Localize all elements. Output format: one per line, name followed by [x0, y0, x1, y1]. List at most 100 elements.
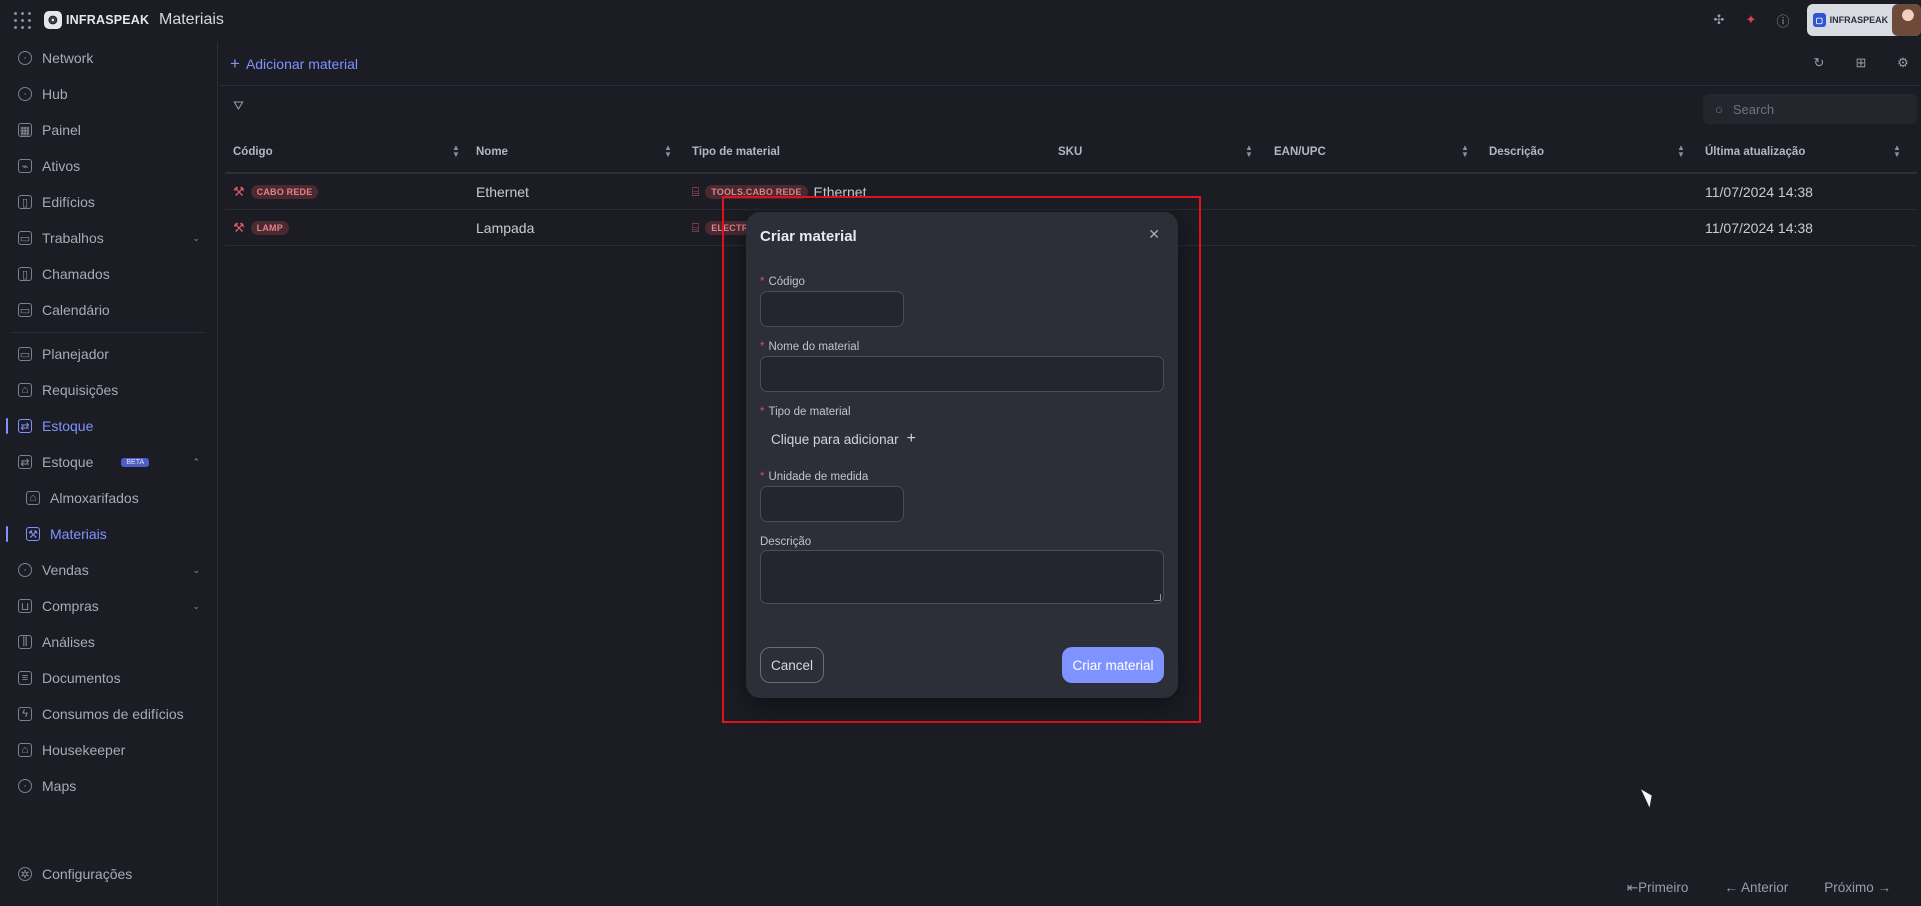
sidebar: · Network · Hub ▦ Painel ⌁ Ativos ▯ Edifícios…	[0, 42, 218, 906]
code-tag: CABO REDE	[250, 185, 319, 199]
sort-icon[interactable]: ▲ ▼	[1245, 144, 1253, 159]
sidebar-item-label: Maps	[42, 778, 77, 794]
column-header-description[interactable]: Descrição	[1489, 132, 1544, 172]
sidebar-item-trabalhos[interactable]: ▭ Trabalhos ⌄	[0, 224, 208, 252]
beta-badge: BETA	[121, 457, 150, 467]
sidebar-item-calendario[interactable]: ▭ Calendário	[0, 296, 208, 324]
layout-icon[interactable]: ⊞	[1849, 51, 1873, 75]
document-icon: ≡	[18, 671, 32, 685]
refresh-icon[interactable]: ↻	[1807, 51, 1831, 75]
sidebar-item-documentos[interactable]: ≡ Documentos	[0, 664, 208, 692]
previous-page-button[interactable]: ← Anterior	[1724, 880, 1788, 896]
updated-cell: 11/07/2024 14:38	[1705, 184, 1813, 200]
sidebar-item-painel[interactable]: ▦ Painel	[0, 116, 208, 144]
sort-icon[interactable]: ▲ ▼	[452, 144, 460, 159]
sidebar-item-label: Ativos	[42, 158, 81, 174]
sidebar-item-estoque[interactable]: ⇄ Estoque	[0, 412, 208, 440]
sidebar-item-label: Almoxarifados	[50, 490, 139, 506]
column-header-type[interactable]: Tipo de material	[692, 132, 780, 172]
chevron-down-icon: ⌄	[192, 600, 200, 611]
column-header-name[interactable]: Nome	[476, 132, 508, 172]
sidebar-item-network[interactable]: · Network	[0, 44, 208, 72]
next-page-button[interactable]: Próximo →	[1824, 880, 1891, 896]
brand-logo[interactable]: ❂ INFRASPEAK	[44, 11, 149, 29]
cancel-button[interactable]: Cancel	[760, 647, 824, 683]
shortcuts-icon[interactable]: ✣	[1703, 4, 1735, 36]
name-label: * Nome do material	[760, 341, 859, 353]
wrench-icon: ⚒	[26, 527, 40, 541]
first-page-button[interactable]: ⇤Primeiro	[1627, 880, 1689, 896]
filter-icon[interactable]: ⛛	[233, 98, 244, 114]
sort-icon[interactable]: ▲ ▼	[1677, 144, 1685, 159]
column-header-updated[interactable]: Última atualização	[1705, 132, 1805, 172]
account-switcher[interactable]: ▢ INFRASPEAK	[1807, 4, 1921, 36]
sidebar-item-planejador[interactable]: ▭ Planejador	[0, 340, 208, 368]
chevron-down-icon: ⌄	[192, 232, 200, 243]
sidebar-item-analises[interactable]: ⫼ Análises	[0, 628, 208, 656]
sidebar-item-chamados[interactable]: ▯ Chamados	[0, 260, 208, 288]
code-label: * Código	[760, 276, 805, 288]
sidebar-item-housekeeper[interactable]: ⌂ Housekeeper	[0, 736, 208, 764]
sidebar-item-almoxarifados[interactable]: ⌂ Almoxarifados	[0, 484, 208, 512]
sidebar-item-compras[interactable]: ⊔ Compras ⌄	[0, 592, 208, 620]
sidebar-item-requisicoes[interactable]: ⌂ Requisições	[0, 376, 208, 404]
sidebar-item-configuracoes[interactable]: ✲ Configurações	[0, 860, 208, 888]
planner-icon: ▭	[18, 347, 32, 361]
sidebar-item-vendas[interactable]: · Vendas ⌄	[0, 556, 208, 584]
account-logo-icon: ▢	[1813, 13, 1826, 27]
material-type-icon: ⌸	[692, 220, 700, 235]
close-icon[interactable]: ✕	[1148, 226, 1160, 243]
wrench-icon: ⚒	[233, 184, 245, 199]
code-input[interactable]	[760, 291, 904, 327]
page-title: Materiais	[159, 11, 224, 28]
sidebar-item-maps[interactable]: · Maps	[0, 772, 208, 800]
sidebar-item-label: Estoque	[42, 454, 94, 470]
toolbar-icons: ↻ ⊞ ⚙	[1807, 51, 1915, 75]
required-marker: *	[760, 406, 765, 418]
search-icon: ○	[1715, 101, 1723, 117]
sort-icon[interactable]: ▲ ▼	[1461, 144, 1469, 159]
sidebar-item-materiais[interactable]: ⚒ Materiais	[0, 520, 208, 548]
sidebar-divider	[12, 332, 204, 333]
add-material-label: Adicionar material	[245, 56, 358, 72]
arrow-right-icon: →	[1873, 880, 1891, 895]
sidebar-item-consumos[interactable]: ϟ Consumos de edifícios	[0, 700, 208, 728]
building-icon: ▯	[18, 195, 32, 209]
name-cell: Ethernet	[476, 184, 529, 200]
sidebar-item-label: Edifícios	[42, 194, 95, 210]
sidebar-item-label: Consumos de edifícios	[42, 706, 184, 722]
settings-sliders-icon[interactable]: ⚙	[1891, 51, 1915, 75]
dialog-title: Criar material	[760, 228, 857, 245]
avatar[interactable]	[1892, 4, 1921, 36]
top-bar: ❂ INFRASPEAK Materiais ✣ ✦ ⓘ ▢ INFRASPEA…	[0, 0, 1921, 40]
account-brand: INFRASPEAK	[1829, 15, 1889, 25]
help-icon[interactable]: ⓘ	[1767, 4, 1799, 36]
assets-icon: ⌁	[18, 159, 32, 173]
sidebar-item-edificios[interactable]: ▯ Edifícios	[0, 188, 208, 216]
first-page-icon: ⇤	[1626, 880, 1639, 895]
add-type-label: Clique para adicionar	[771, 431, 899, 447]
column-header-code[interactable]: Código	[233, 132, 273, 172]
create-material-button[interactable]: Criar material	[1062, 647, 1164, 683]
satellite-icon[interactable]: ✦	[1735, 4, 1767, 36]
chevron-up-icon: ⌃	[192, 456, 200, 467]
unit-input[interactable]	[760, 486, 904, 522]
sidebar-item-ativos[interactable]: ⌁ Ativos	[0, 152, 208, 180]
search-input[interactable]: ○ Search	[1703, 94, 1917, 124]
description-textarea[interactable]	[760, 550, 1164, 604]
divider	[219, 85, 1921, 86]
sidebar-item-label: Materiais	[50, 526, 107, 542]
dashboard-icon: ▦	[18, 123, 32, 137]
sidebar-item-estoque-beta[interactable]: ⇄ Estoque BETA ⌃	[0, 448, 208, 476]
code-label-text: Código	[768, 276, 805, 288]
column-header-sku[interactable]: SKU	[1058, 132, 1082, 172]
sidebar-item-hub[interactable]: · Hub	[0, 80, 208, 108]
add-material-type-button[interactable]: Clique para adicionar +	[771, 430, 916, 448]
material-type-icon: ⌸	[692, 184, 700, 199]
sort-icon[interactable]: ▲ ▼	[664, 144, 672, 159]
sort-icon[interactable]: ▲ ▼	[1893, 144, 1901, 159]
add-material-button[interactable]: + Adicionar material	[230, 54, 358, 74]
app-grid-icon[interactable]	[14, 12, 32, 30]
column-header-ean[interactable]: EAN/UPC	[1274, 132, 1326, 172]
material-name-input[interactable]	[760, 356, 1164, 392]
